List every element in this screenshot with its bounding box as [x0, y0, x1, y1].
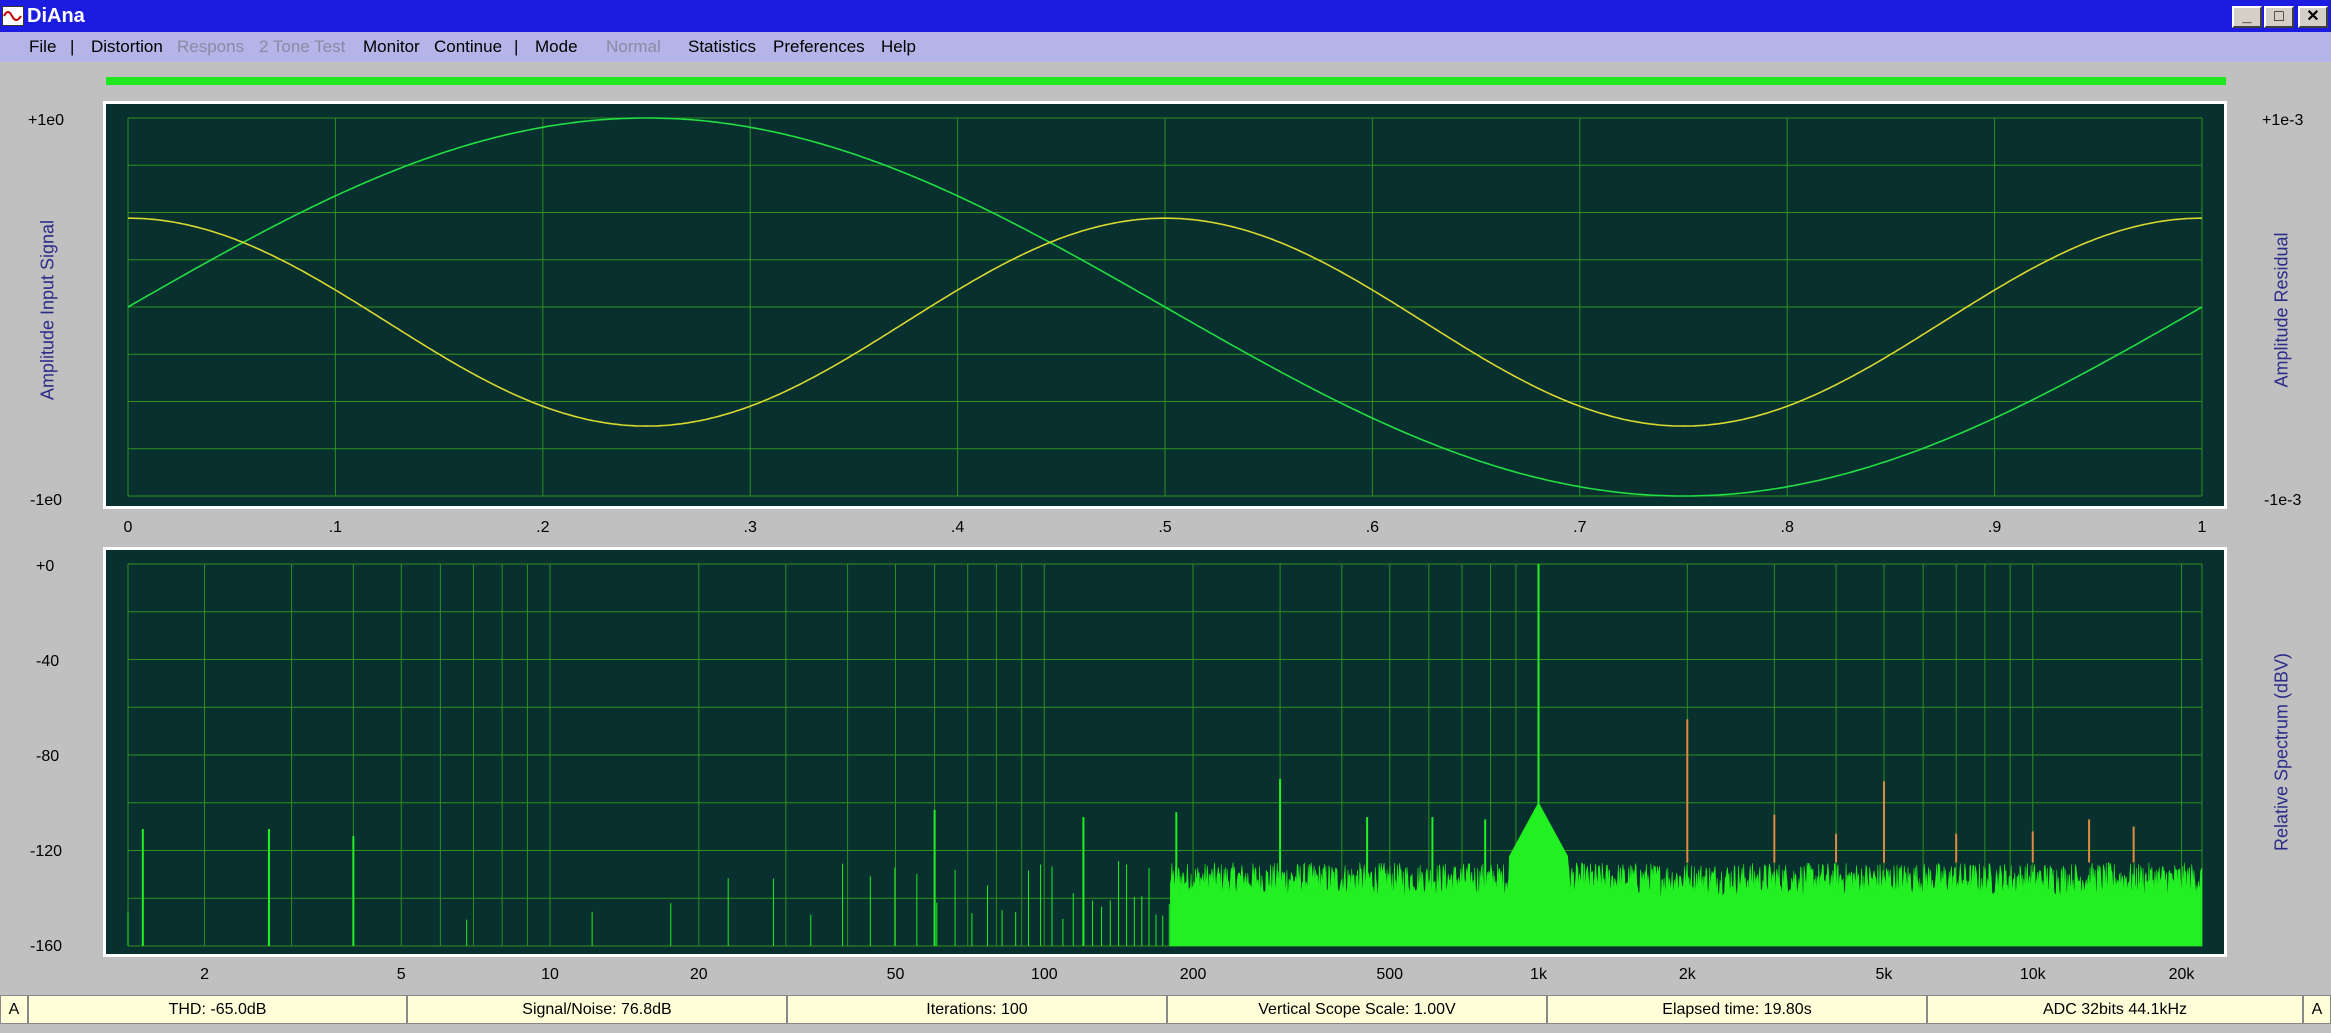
menu-normal[interactable]: Normal [606, 36, 661, 58]
status-left-edge: A [0, 995, 28, 1024]
spectrum-y-tick: -40 [36, 653, 60, 670]
spectrum-x-tick-label: 1k [1530, 966, 1547, 983]
menu-continue[interactable]: Continue [434, 36, 502, 58]
status-bar: A THD: -65.0dB Signal/Noise: 76.8dB Iter… [0, 995, 2331, 1025]
spectrum-x-tick-label: 500 [1376, 966, 1404, 983]
menu-separator: | [70, 37, 75, 56]
progress-bar [106, 77, 2226, 85]
spectrum-plot[interactable] [103, 547, 2227, 957]
scope-left-axis-title: Amplitude Input Signal [37, 219, 58, 401]
menu-distortion[interactable]: Distortion [91, 36, 163, 58]
spectrum-x-tick-label: 200 [1179, 966, 1207, 983]
menu-mode[interactable]: Mode [535, 36, 578, 58]
scope-x-tick-label: .8 [1780, 519, 1794, 536]
scope-y-min-label: -1e0 [30, 492, 63, 509]
spectrum-x-tick-label: 5k [1875, 966, 1893, 983]
minimize-button[interactable]: _ [2232, 6, 2262, 28]
spectrum-x-tick-label: 20k [2168, 966, 2195, 983]
status-iterations: Iterations: 100 [787, 995, 1167, 1024]
menu-bar: File | Distortion Respons 2 Tone Test Mo… [0, 32, 2331, 62]
scope-x-tick-label: .6 [1365, 519, 1380, 536]
spectrum-right-axis-title: Relative Spectrum (dBV) [2271, 652, 2292, 852]
scope-x-tick-label: .2 [536, 519, 550, 536]
spectrum-x-tick-label: 10 [541, 966, 559, 983]
residual-y-min-label: -1e-3 [2264, 492, 2302, 509]
scope-x-tick-label: .9 [1987, 519, 2002, 536]
scope-x-tick-label: 0 [123, 519, 133, 536]
status-elapsed-time: Elapsed time: 19.80s [1547, 995, 1927, 1024]
menu-monitor[interactable]: Monitor [363, 36, 420, 58]
spectrum-chart-svg [127, 563, 2203, 947]
title-bar[interactable]: DiAna _ □ ✕ [0, 0, 2331, 32]
scope-x-tick-label: .3 [743, 519, 757, 536]
spectrum-x-tick-label: 2k [1678, 966, 1696, 983]
spectrum-noise-floor [1170, 803, 2203, 947]
status-adc: ADC 32bits 44.1kHz [1927, 995, 2303, 1024]
maximize-button[interactable]: □ [2264, 6, 2294, 28]
spectrum-y-tick: +0 [36, 558, 55, 575]
menu-file[interactable]: File [29, 36, 56, 58]
scope-x-tick-label: .4 [950, 519, 965, 536]
progress-fill [106, 77, 2226, 85]
status-vertical-scale: Vertical Scope Scale: 1.00V [1167, 995, 1547, 1024]
status-right-edge: A [2303, 995, 2331, 1024]
spectrum-x-tick-label: 20 [689, 966, 708, 983]
scope-plot[interactable] [103, 101, 2227, 509]
status-thd: THD: -65.0dB [28, 995, 407, 1024]
spectrum-y-tick: -160 [30, 938, 63, 955]
menu-separator: | [514, 37, 519, 56]
scope-y-max-label: +1e0 [28, 112, 65, 129]
scope-chart-svg [127, 117, 2203, 497]
scope-x-tick-label: .1 [328, 519, 343, 536]
menu-help[interactable]: Help [881, 36, 916, 58]
scope-x-tick-label: 1 [2197, 519, 2207, 536]
scope-right-axis-title: Amplitude Residual [2271, 232, 2292, 388]
spectrum-x-tick-label: 2 [200, 966, 209, 983]
close-button[interactable]: ✕ [2298, 6, 2328, 28]
scope-x-tick-label: .5 [1158, 519, 1172, 536]
menu-preferences[interactable]: Preferences [773, 36, 865, 58]
residual-y-max-label: +1e-3 [2262, 112, 2304, 129]
spectrum-x-tick-label: 10k [2019, 966, 2046, 983]
scope-x-tick-label: .7 [1573, 519, 1587, 536]
spectrum-y-tick: -80 [36, 748, 60, 765]
menu-respons[interactable]: Respons [177, 36, 244, 58]
spectrum-x-tick-label: 50 [886, 966, 905, 983]
menu-2-tone-test[interactable]: 2 Tone Test [259, 36, 345, 58]
sine-wave-icon [3, 11, 22, 21]
spectrum-y-tick: -120 [30, 843, 63, 860]
status-signal-noise: Signal/Noise: 76.8dB [407, 995, 787, 1024]
app-icon[interactable] [2, 6, 24, 26]
spectrum-x-tick-label: 5 [396, 966, 406, 983]
spectrum-x-tick-label: 100 [1030, 966, 1058, 983]
menu-statistics[interactable]: Statistics [688, 36, 756, 58]
window-title: DiAna [27, 5, 85, 27]
